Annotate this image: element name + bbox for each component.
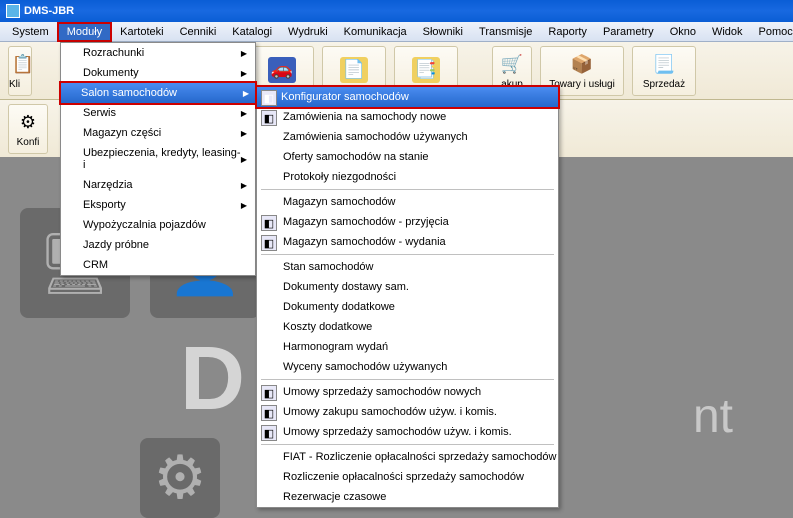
menu-moduly[interactable]: Moduły <box>57 22 112 42</box>
dd2-oferty[interactable]: Oferty samochodów na stanie <box>257 147 558 167</box>
dd2-zamowienia-nowe[interactable]: ◧Zamówienia na samochody nowe <box>257 107 558 127</box>
goods-icon: 📦 <box>568 51 596 77</box>
dd2-magazyn-wydania[interactable]: ◧Magazyn samochodów - wydania <box>257 232 558 252</box>
bg-letter-d: D <box>180 328 245 431</box>
contract-sell-new-icon: ◧ <box>261 385 277 401</box>
dd2-magazyn-przyjecia[interactable]: ◧Magazyn samochodów - przyjęcia <box>257 212 558 232</box>
dd-salon-samochodow[interactable]: Salon samochodów <box>59 81 257 105</box>
toolbar-btn-sprzedaz[interactable]: 📃 Sprzedaż <box>632 46 696 96</box>
dd2-protokoly[interactable]: Protokoły niezgodności <box>257 167 558 187</box>
purchase-icon: 🛒 <box>498 51 526 77</box>
dd2-magazyn[interactable]: Magazyn samochodów <box>257 192 558 212</box>
titlebar: DMS-JBR <box>0 0 793 22</box>
dd-ubezpieczenia[interactable]: Ubezpieczenia, kredyty, leasing-i <box>61 143 255 175</box>
menu-cenniki[interactable]: Cenniki <box>172 24 225 40</box>
dd-dokumenty[interactable]: Dokumenty <box>61 63 255 83</box>
menu-katalogi[interactable]: Katalogi <box>224 24 280 40</box>
menu-pomoc[interactable]: Pomoc <box>751 24 793 40</box>
warehouse-out-icon: ◧ <box>261 235 277 251</box>
dd2-konfigurator[interactable]: ◧Konfigurator samochodów <box>255 85 560 109</box>
menu-transmisje[interactable]: Transmisje <box>471 24 540 40</box>
dd2-umowy-sprzedazy-nowych[interactable]: ◧Umowy sprzedaży samochodów nowych <box>257 382 558 402</box>
menu-wydruki[interactable]: Wydruki <box>280 24 336 40</box>
dropdown-salon-samochodow: ◧Konfigurator samochodów ◧Zamówienia na … <box>256 86 559 508</box>
window-title: DMS-JBR <box>24 5 74 17</box>
config-car-icon: ◧ <box>261 90 277 106</box>
doc-icon: 📄 <box>340 57 368 83</box>
menu-system[interactable]: System <box>4 24 57 40</box>
dd2-koszty[interactable]: Koszty dodatkowe <box>257 317 558 337</box>
dd2-stan[interactable]: Stan samochodów <box>257 257 558 277</box>
bg-gear-icon: ⚙ <box>140 438 220 518</box>
config-icon: ⚙ <box>14 109 42 135</box>
contract-buy-used-icon: ◧ <box>261 405 277 421</box>
dd-crm[interactable]: CRM <box>61 255 255 275</box>
dd-jazdy-probne[interactable]: Jazdy próbne <box>61 235 255 255</box>
toolbar-btn-konfi[interactable]: ⚙ Konfi <box>8 104 48 154</box>
separator <box>261 444 554 445</box>
dd2-umowy-zakupu-uzyw[interactable]: ◧Umowy zakupu samochodów używ. i komis. <box>257 402 558 422</box>
car-icon: 🚗 <box>268 57 296 83</box>
dd2-zamowienia-uzywane[interactable]: Zamówienia samochodów używanych <box>257 127 558 147</box>
menu-parametry[interactable]: Parametry <box>595 24 662 40</box>
menu-kartoteki[interactable]: Kartoteki <box>112 24 171 40</box>
dd2-rozliczenie[interactable]: Rozliczenie opłacalności sprzedaży samoc… <box>257 467 558 487</box>
menu-slowniki[interactable]: Słowniki <box>415 24 471 40</box>
bg-text-nt: nt <box>693 389 733 444</box>
separator <box>261 379 554 380</box>
dd2-wyceny[interactable]: Wyceny samochodów używanych <box>257 357 558 377</box>
contract-sell-used-icon: ◧ <box>261 425 277 441</box>
dd-magazyn-czesci[interactable]: Magazyn części <box>61 123 255 143</box>
dd-wypozyczalnia[interactable]: Wypożyczalnia pojazdów <box>61 215 255 235</box>
order-new-icon: ◧ <box>261 110 277 126</box>
dd-narzedzia[interactable]: Narzędzia <box>61 175 255 195</box>
menubar: System Moduły Kartoteki Cenniki Katalogi… <box>0 22 793 42</box>
dd2-dokumenty-dodatkowe[interactable]: Dokumenty dodatkowe <box>257 297 558 317</box>
dd2-rezerwacje[interactable]: Rezerwacje czasowe <box>257 487 558 507</box>
warehouse-in-icon: ◧ <box>261 215 277 231</box>
menu-komunikacja[interactable]: Komunikacja <box>336 24 415 40</box>
toolbar-btn-klienci[interactable]: 📋 Kli <box>8 46 32 96</box>
menu-raporty[interactable]: Raporty <box>540 24 595 40</box>
menu-okno[interactable]: Okno <box>662 24 704 40</box>
dropdown-moduly: Rozrachunki Dokumenty Salon samochodów S… <box>60 42 256 276</box>
separator <box>261 254 554 255</box>
dd2-dokumenty-dostawy[interactable]: Dokumenty dostawy sam. <box>257 277 558 297</box>
dd-rozrachunki[interactable]: Rozrachunki <box>61 43 255 63</box>
dd2-harmonogram[interactable]: Harmonogram wydań <box>257 337 558 357</box>
list-icon: 📑 <box>412 57 440 83</box>
separator <box>261 189 554 190</box>
dd-serwis[interactable]: Serwis <box>61 103 255 123</box>
dd2-umowy-sprzedazy-uzyw[interactable]: ◧Umowy sprzedaży samochodów używ. i komi… <box>257 422 558 442</box>
clients-icon: 📋 <box>9 51 32 77</box>
dd2-fiat-rozliczenie[interactable]: FIAT - Rozliczenie opłacalności sprzedaż… <box>257 447 558 467</box>
app-icon <box>6 4 20 18</box>
menu-widok[interactable]: Widok <box>704 24 751 40</box>
dd-eksporty[interactable]: Eksporty <box>61 195 255 215</box>
sales-icon: 📃 <box>650 51 678 77</box>
